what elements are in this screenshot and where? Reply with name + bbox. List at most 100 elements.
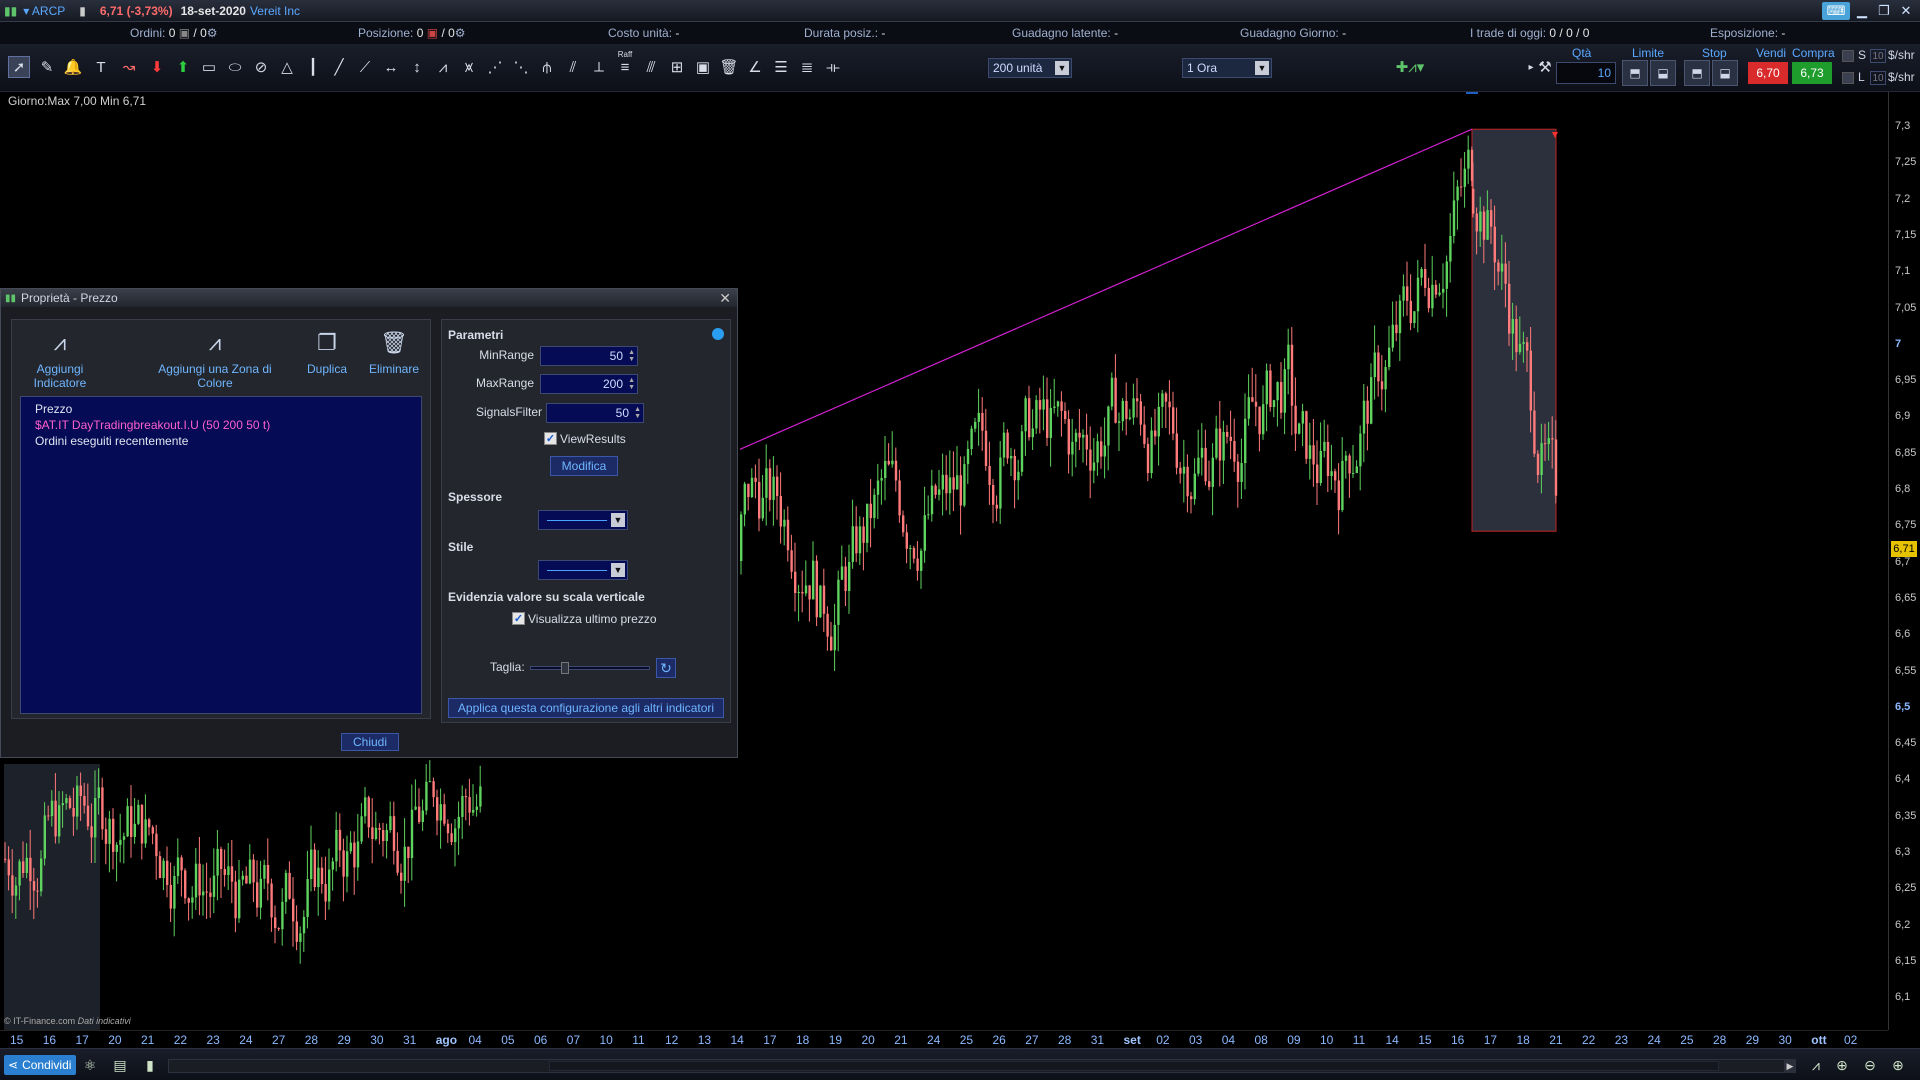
info-icon[interactable] — [712, 328, 724, 340]
gear-icon[interactable]: ⚙ — [207, 26, 218, 40]
restore-icon[interactable]: ❐ — [1874, 2, 1894, 20]
indicators-icon[interactable]: ✚⩘▾ — [1388, 56, 1432, 78]
duplicate-button[interactable]: ❐ Duplica — [302, 328, 352, 376]
info-icon[interactable]: ▮ — [79, 4, 86, 18]
rectangle-icon[interactable]: ▭ — [198, 56, 220, 78]
drawings-icon[interactable]: ⚛ — [80, 1055, 100, 1075]
time-axis[interactable]: 15 16 17 20 21 22 23 24 27 28 29 30 31 ago 04 05 06 07 10 1… — [0, 1030, 1888, 1048]
triangle-icon[interactable]: △ — [276, 56, 298, 78]
ray-icon[interactable]: ⟋ — [354, 56, 376, 78]
close-position-icon[interactable]: ▣ — [427, 26, 438, 40]
short-checkbox[interactable] — [1842, 50, 1854, 62]
list-item-recent-orders[interactable]: Ordini eseguiti recentemente — [35, 433, 407, 449]
regression-icon[interactable]: ⟂ — [588, 56, 610, 78]
add-color-zone-button[interactable]: ⩘ Aggiungi una Zona di Colore — [140, 328, 290, 390]
stepper-icon[interactable]: ▲ ▼ — [634, 406, 641, 420]
modify-button[interactable]: Modifica — [550, 456, 618, 476]
zoom-in-icon[interactable]: ⊕ — [1888, 1055, 1908, 1075]
hline-icon[interactable]: ⟛ — [822, 56, 844, 78]
size-slider[interactable] — [530, 662, 650, 674]
thickness-dropdown[interactable]: ▼ — [538, 510, 628, 530]
segment-icon[interactable]: ╱ — [328, 56, 350, 78]
ellipse-icon[interactable]: ⬭ — [224, 56, 246, 78]
symbol-selector[interactable]: ▾ ARCP — [23, 4, 65, 18]
reset-icon[interactable]: ↻ — [656, 658, 676, 678]
share-button[interactable]: ⋖ Condividi — [4, 1055, 76, 1075]
wrench-icon[interactable]: ⚒ — [1534, 56, 1556, 78]
lines-icon[interactable]: ☰ — [770, 56, 792, 78]
short-qty[interactable]: 10 — [1870, 49, 1886, 63]
arrow-down-icon[interactable]: ⬇ — [146, 56, 168, 78]
arrow-up-icon[interactable]: ⬆ — [172, 56, 194, 78]
long-qty[interactable]: 10 — [1870, 71, 1886, 85]
candle — [1150, 430, 1153, 474]
stepper-icon[interactable]: ▲ ▼ — [628, 377, 635, 391]
stop-buy-icon[interactable]: ⬒ — [1684, 60, 1710, 86]
price-axis[interactable]: 7,3 7,25 7,2 7,15 7,1 7,05 7 6,95 6,9 6,85 6,8 6,75… — [1888, 92, 1920, 1030]
sell-signal-icon[interactable]: ↝ — [118, 56, 140, 78]
cancel-orders-icon[interactable]: ▣ — [179, 26, 190, 40]
stop-sell-icon[interactable]: ⬓ — [1712, 60, 1738, 86]
circle-icon[interactable]: ⊘ — [250, 56, 272, 78]
fib-fan-icon[interactable]: ⋰ — [484, 56, 506, 78]
list-item-price[interactable]: Prezzo — [35, 401, 407, 417]
fibonacci-icon[interactable]: ⩘ — [432, 56, 454, 78]
pointer-icon[interactable]: ➚ — [8, 56, 30, 78]
long-checkbox[interactable] — [1842, 72, 1854, 84]
bell-icon[interactable]: 🔔 — [62, 56, 84, 78]
zoom-box-icon[interactable]: ▣ — [692, 56, 714, 78]
close-dialog-button[interactable]: Chiudi — [341, 733, 399, 751]
dialog-title-bar[interactable]: ▮▮ Proprietà - Prezzo ✕ — [1, 289, 737, 307]
qta-input[interactable]: 10 — [1556, 62, 1616, 84]
layout-icon[interactable]: ▤ — [110, 1055, 130, 1075]
pitchfork-icon[interactable]: ⫛ — [536, 56, 558, 78]
gear-icon[interactable]: ⚙ — [455, 26, 466, 40]
trash-icon[interactable]: 🗑 — [718, 56, 740, 78]
signalsfilter-input[interactable]: 50 ▲ ▼ — [546, 403, 644, 423]
zoom-fit-icon[interactable]: ⊕ — [1832, 1055, 1852, 1075]
sell-button[interactable]: 6,70 — [1748, 62, 1788, 84]
scroll-right-icon[interactable]: ▶ — [1784, 1059, 1796, 1073]
x-tick-label: 02 — [1156, 1033, 1170, 1047]
vertical-line-icon[interactable]: ┃ — [302, 56, 324, 78]
cycles-icon[interactable]: ⫻ — [640, 56, 662, 78]
timeframe-dropdown[interactable]: 1 Ora ▼ — [1182, 58, 1272, 78]
close-icon[interactable]: ✕ — [1896, 2, 1916, 20]
vertical-measure-icon[interactable]: ↕ — [406, 56, 428, 78]
units-dropdown[interactable]: 200 unità ▼ — [988, 58, 1072, 78]
add-indicator-button[interactable]: ⩘ Aggiungi Indicatore — [20, 328, 100, 390]
horizontal-scrollbar[interactable] — [168, 1059, 1796, 1073]
fib-retracement-icon[interactable]: ⩙ — [458, 56, 480, 78]
raff-channel-icon[interactable]: Raff ≡ — [614, 50, 636, 78]
gann-fan-icon[interactable]: ⋱ — [510, 56, 532, 78]
horizontal-measure-icon[interactable]: ↔ — [380, 56, 402, 78]
candles-icon[interactable]: ▮ — [140, 1055, 160, 1075]
limit-buy-icon[interactable]: ⬒ — [1622, 60, 1648, 86]
channel-icon[interactable]: ⫽ — [562, 56, 584, 78]
levels-icon[interactable]: ≣ — [796, 56, 818, 78]
autoscale-icon[interactable]: ⩘ — [1806, 1055, 1826, 1075]
buy-button[interactable]: 6,73 — [1792, 62, 1832, 84]
keyboard-icon[interactable]: ⌨ — [1822, 2, 1850, 20]
text-icon[interactable]: T — [90, 56, 112, 78]
zoom-out-icon[interactable]: ⊖ — [1860, 1055, 1880, 1075]
angle-icon[interactable]: ∠ — [744, 56, 766, 78]
grid-icon[interactable]: ⊞ — [666, 56, 688, 78]
style-dropdown[interactable]: ▼ — [538, 560, 628, 580]
candle — [1060, 401, 1063, 411]
viewresults-checkbox[interactable]: ✓ — [544, 432, 557, 445]
close-icon[interactable]: ✕ — [719, 290, 731, 307]
list-item-breakout-indicator[interactable]: $AT.IT DayTradingbreakout.I.U (50 200 50… — [35, 417, 407, 433]
stepper-icon[interactable]: ▲ ▼ — [628, 349, 635, 363]
minimize-icon[interactable]: ▁ — [1852, 2, 1872, 20]
pencil-icon[interactable]: ✎ — [36, 56, 58, 78]
show-last-price-checkbox[interactable]: ✓ — [512, 612, 525, 625]
scrollbar-thumb[interactable] — [549, 1061, 1719, 1071]
minrange-input[interactable]: 50 ▲ ▼ — [540, 346, 638, 366]
apply-to-all-button[interactable]: Applica questa configurazione agli altri… — [448, 698, 724, 718]
limit-sell-icon[interactable]: ⬓ — [1650, 60, 1676, 86]
indicator-list[interactable]: Prezzo $AT.IT DayTradingbreakout.I.U (50… — [20, 396, 422, 714]
delete-button[interactable]: 🗑 Eliminare — [364, 328, 424, 376]
slider-handle[interactable] — [561, 662, 569, 674]
maxrange-input[interactable]: 200 ▲ ▼ — [540, 374, 638, 394]
